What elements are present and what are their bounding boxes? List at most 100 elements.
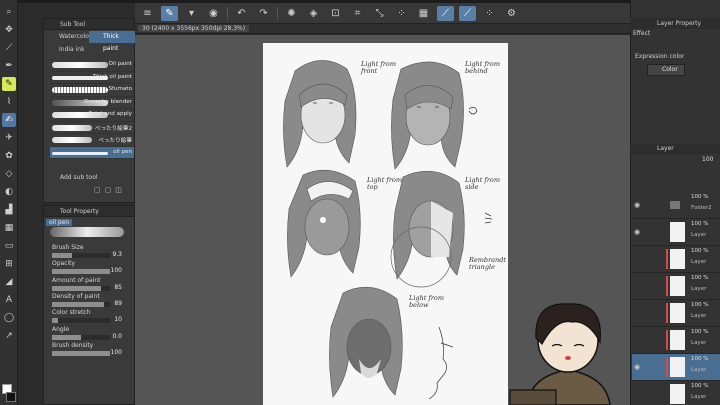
property-row[interactable]: Brush density 100 <box>52 342 128 358</box>
property-row[interactable]: Color stretch 10 <box>52 309 128 325</box>
layer-row[interactable]: 100 % Layer <box>632 381 720 405</box>
brush-name: Paint and apply <box>88 111 132 117</box>
brush-item[interactable]: Oil paint <box>50 59 134 72</box>
sub-color-swatch[interactable] <box>6 392 16 402</box>
sketch-illustration <box>283 60 493 400</box>
property-value[interactable]: 100 <box>111 349 122 356</box>
move-icon[interactable]: ✥ <box>2 23 16 37</box>
blend-icon[interactable]: ◐ <box>2 185 16 199</box>
brush-stroke-icon[interactable]: ⟋ <box>459 5 476 21</box>
property-slider[interactable] <box>52 285 110 291</box>
property-slider[interactable] <box>52 253 110 258</box>
balloon-icon[interactable]: ◯ <box>2 311 16 325</box>
layer-folder[interactable]: ◉ 100 % Folder2 <box>632 192 720 219</box>
expression-color-label: Expression color <box>635 53 685 60</box>
brush-name: oil pen <box>113 148 132 155</box>
transform-icon[interactable]: ⊡ <box>327 6 344 21</box>
layer-opacity: 100 % <box>691 248 709 254</box>
correct-line-icon[interactable]: ↗ <box>2 329 16 343</box>
layer-row[interactable]: ◉ 100 % Layer <box>632 354 720 381</box>
property-row[interactable]: Opacity 100 <box>52 260 128 276</box>
tab-watercolor[interactable]: Watercolor <box>45 31 91 43</box>
layer-row[interactable]: 100 % Layer <box>632 246 720 273</box>
property-label: Angle <box>52 325 70 333</box>
frame-icon[interactable]: ⊞ <box>2 257 16 271</box>
layer-row[interactable]: 100 % Layer <box>632 273 720 300</box>
property-value[interactable]: 9.3 <box>112 251 122 258</box>
property-slider-fill <box>52 253 73 258</box>
brush-stroke-icon[interactable]: ⟋ <box>437 5 454 21</box>
decoration-icon[interactable]: ✿ <box>2 149 16 163</box>
layer-row[interactable]: ◉ 100 % Layer <box>632 219 720 246</box>
property-slider[interactable] <box>52 350 110 356</box>
crop-icon[interactable]: ⌗ <box>349 6 366 21</box>
tab-thick-paint[interactable]: Thick paint <box>89 31 135 52</box>
pen-icon[interactable]: ✒ <box>2 59 16 73</box>
property-row[interactable]: Amount of paint 85 <box>52 277 128 293</box>
zoom-icon[interactable]: ⌕ <box>2 5 16 19</box>
tab-india-ink[interactable]: India ink <box>45 44 135 56</box>
property-slider[interactable] <box>52 334 110 340</box>
effect-label: Effect <box>633 30 651 37</box>
brush-item[interactable]: べったり絵筆2 <box>50 122 134 134</box>
expression-color-select[interactable]: Color <box>647 64 685 76</box>
property-slider[interactable] <box>52 301 110 307</box>
brush-icon[interactable]: ⌇ <box>2 95 16 109</box>
eye-icon[interactable]: ◉ <box>634 363 640 371</box>
ruler-icon[interactable]: ◢ <box>2 275 16 289</box>
deselect-icon[interactable]: ⤡ <box>371 6 388 21</box>
spinner-icon[interactable]: ✺ <box>283 6 300 21</box>
airbrush-icon[interactable]: ✈ <box>2 131 16 145</box>
canvas-paper[interactable]: Light from front Light from behind Light… <box>263 43 508 405</box>
redo-icon[interactable]: ↷ <box>255 6 272 21</box>
menu-icon[interactable]: ≡ <box>139 6 156 21</box>
property-slider-fill <box>52 318 58 324</box>
property-slider[interactable] <box>52 318 110 324</box>
property-row[interactable]: Angle 0.0 <box>52 326 128 342</box>
property-value[interactable]: 10 <box>114 316 122 323</box>
undo-icon[interactable]: ↶ <box>233 6 250 21</box>
layer-opacity-value[interactable]: 100 <box>702 156 713 163</box>
property-row[interactable]: Brush Size 9.3 <box>52 244 128 260</box>
eye-icon[interactable]: ◉ <box>634 201 640 209</box>
property-value[interactable]: 89 <box>114 300 122 307</box>
pen-tool-icon[interactable]: ✎ <box>161 5 178 21</box>
brush-item[interactable]: Sfumato <box>50 84 134 97</box>
fill-icon[interactable]: ◈ <box>305 6 322 21</box>
layer-row[interactable]: 100 % Layer <box>632 327 720 354</box>
property-value[interactable]: 85 <box>114 284 122 291</box>
text-icon[interactable]: A <box>2 293 16 307</box>
property-row[interactable]: Density of paint 89 <box>52 293 128 309</box>
brush-item[interactable]: Gouache blender <box>50 97 134 109</box>
layer-opacity: 100 % <box>691 383 709 389</box>
paint-brush-icon[interactable]: ✍ <box>2 113 16 127</box>
eye-icon[interactable]: ◉ <box>205 6 222 21</box>
brush-item[interactable]: べったり絵筆 <box>50 134 134 147</box>
fill-icon[interactable]: ▟ <box>2 203 16 217</box>
eye-icon[interactable]: ◉ <box>634 228 640 236</box>
property-label: Brush Size <box>52 244 84 251</box>
layer-row[interactable]: 100 % Layer <box>632 300 720 327</box>
add-subtool-button[interactable]: Add sub tool <box>60 174 98 181</box>
eyedropper-icon[interactable]: ⟋ <box>2 41 16 55</box>
property-value[interactable]: 0.0 <box>112 333 122 340</box>
brush-item[interactable]: Paint and apply <box>50 109 134 122</box>
subtool-actions-icon[interactable]: ▢▢◫ <box>94 186 126 194</box>
dots-icon[interactable]: ⁘ <box>393 6 410 21</box>
layer-thumbnail <box>670 276 685 296</box>
note-light-side: Light from side <box>465 176 501 191</box>
document-tab[interactable]: 30 (2400 x 3556px 350dpi 28.3%) <box>135 24 630 34</box>
eraser-icon[interactable]: ◇ <box>2 167 16 181</box>
brush-item-active[interactable]: oil pen <box>50 146 134 159</box>
settings-icon[interactable]: ⚙ <box>503 6 520 21</box>
property-slider[interactable] <box>52 269 110 275</box>
command-bar: ≡ ✎ ▾ ◉ ↶ ↷ ✺ ◈ ⊡ ⌗ ⤡ ⁘ ▦ ⟋ ⟋ ⁘ ⚙ <box>135 3 630 24</box>
pencil-icon[interactable]: ✎ <box>2 77 16 91</box>
dots-icon[interactable]: ⁘ <box>481 6 498 21</box>
property-value[interactable]: 100 <box>111 267 122 274</box>
figure-icon[interactable]: ▭ <box>2 239 16 253</box>
chevron-down-icon[interactable]: ▾ <box>183 6 200 21</box>
grid-icon[interactable]: ▦ <box>415 6 432 21</box>
brush-item[interactable]: Thick oil paint <box>50 72 134 84</box>
gradient-icon[interactable]: ▦ <box>2 221 16 235</box>
